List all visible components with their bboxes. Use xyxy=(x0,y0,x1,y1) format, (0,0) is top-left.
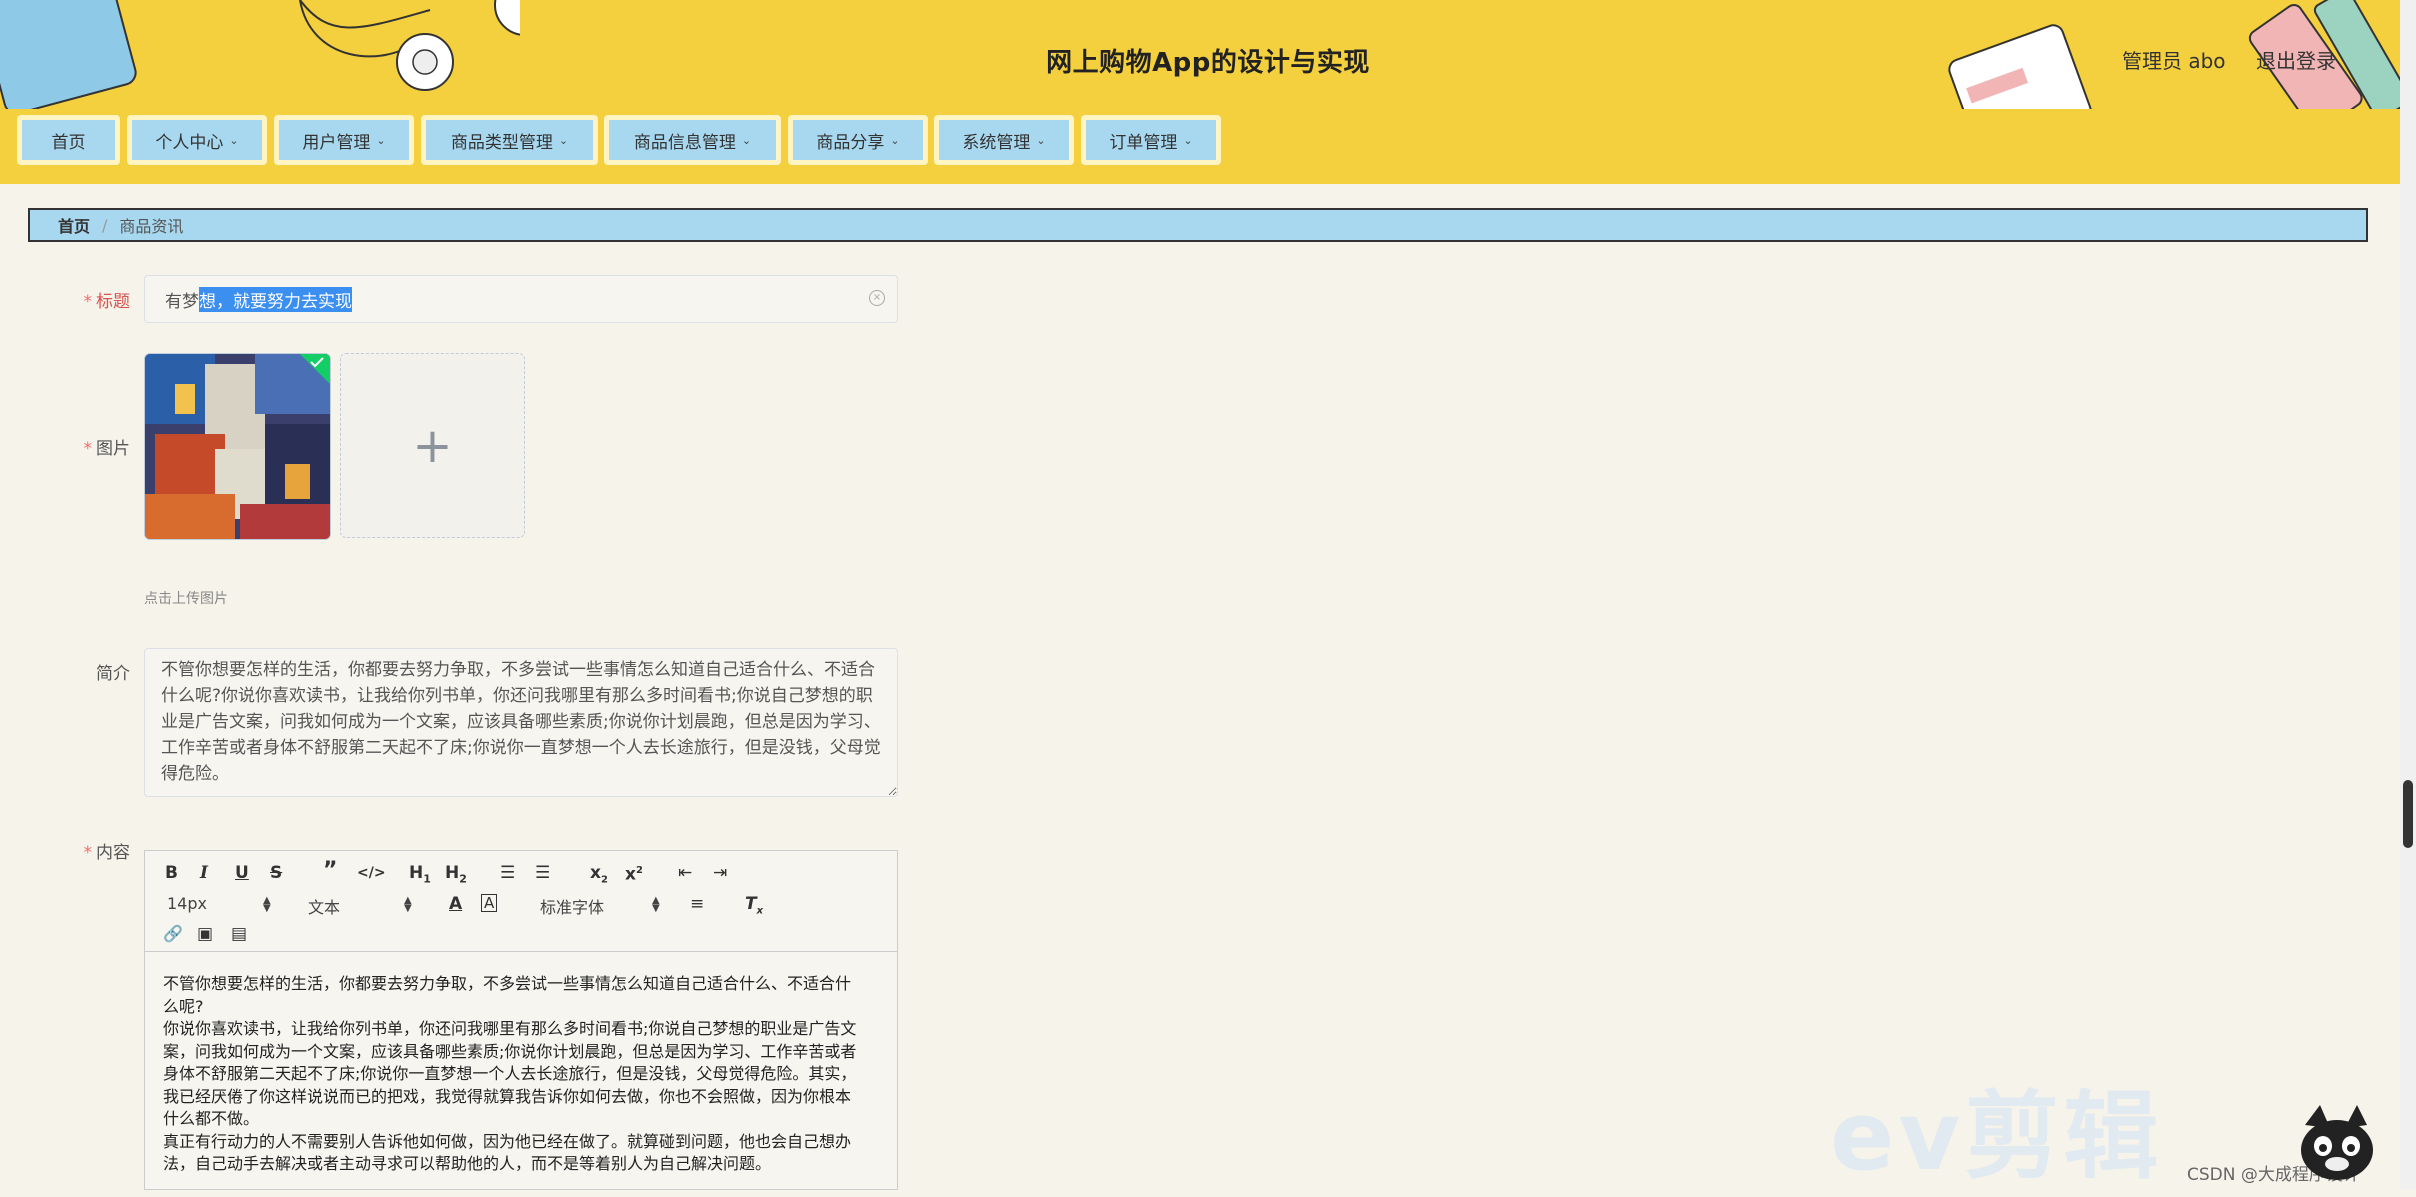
subscript-icon[interactable]: x2 xyxy=(590,863,608,890)
nav-order-management[interactable]: 订单管理 ⌄ xyxy=(1081,115,1221,165)
editor-line: 你说你喜欢读书，让我给你列书单，你还问我哪里有那么多时间看书;你说自己梦想的职业… xyxy=(163,1019,857,1038)
select-arrow-icon: ▲ ▼ xyxy=(652,895,660,914)
link-icon[interactable]: 🔗 xyxy=(163,924,183,944)
editor-line: 身体不舒服第二天起不了床;你说你一直梦想一个人去长途旅行，但是没钱，父母觉得危险… xyxy=(163,1064,857,1083)
block-type-value: 文本 xyxy=(308,898,341,917)
nav-personal-center[interactable]: 个人中心 ⌄ xyxy=(127,115,267,165)
editor-line: 案，问我如何成为一个文案，应该具备哪些素质;你说你计划晨跑，但总是因为学习、工作… xyxy=(163,1041,857,1061)
main-nav: 首页 个人中心 ⌄ 用户管理 ⌄ 商品类型管理 ⌄ 商品信息管理 ⌄ 商品分享 ⌄ 系统管… xyxy=(0,109,2416,184)
chevron-down-icon: ⌄ xyxy=(376,133,386,147)
nav-user-management[interactable]: 用户管理 ⌄ xyxy=(274,115,414,165)
nav-label: 订单管理 xyxy=(1109,132,1178,153)
nav-label: 商品类型管理 xyxy=(450,132,553,153)
admin-username: 管理员 abo xyxy=(2122,49,2226,73)
code-block-icon[interactable]: </> xyxy=(357,863,386,883)
nav-product-info-management[interactable]: 商品信息管理 ⌄ xyxy=(604,115,781,165)
blockquote-icon[interactable]: ” xyxy=(323,860,337,882)
nav-home-label: 首页 xyxy=(51,132,86,153)
h1-icon[interactable]: H1 xyxy=(409,863,431,889)
image-icon[interactable]: ▣ xyxy=(197,924,213,944)
indent-icon[interactable]: ⇥ xyxy=(713,863,727,883)
bullet-list-icon[interactable]: ☰ xyxy=(535,863,550,883)
nav-label: 系统管理 xyxy=(962,132,1031,153)
title-value-plain: 有梦 xyxy=(165,291,199,312)
uploaded-photo xyxy=(145,354,330,539)
video-icon[interactable]: ▤ xyxy=(231,924,247,944)
superscript-icon[interactable]: x2 xyxy=(625,861,643,885)
rich-text-editor: B I U S ” </> H1 H2 ☰ ☰ x2 x2 ⇤ ⇥ 14px ▲… xyxy=(144,850,898,1190)
required-star: * xyxy=(83,292,93,312)
required-star: * xyxy=(83,439,93,459)
breadcrumb: 首页 / 商品资讯 xyxy=(28,208,2368,242)
image-label: * 图片 xyxy=(40,434,131,459)
title-label-text: 标题 xyxy=(96,292,130,312)
chevron-down-icon: ⌄ xyxy=(890,133,900,147)
clear-icon[interactable]: × xyxy=(869,290,885,306)
editor-line: 不管你想要怎样的生活，你都要去努力争取，不多尝试一些事情怎么知道自己适合什么、不… xyxy=(163,974,852,993)
breadcrumb-home[interactable]: 首页 xyxy=(58,213,90,237)
scrollbar-thumb[interactable] xyxy=(2403,780,2413,848)
select-arrow-icon: ▲ ▼ xyxy=(263,895,271,914)
outdent-icon[interactable]: ⇤ xyxy=(678,863,692,883)
italic-icon[interactable]: I xyxy=(200,863,208,883)
select-arrow-icon: ▲ ▼ xyxy=(404,895,412,914)
editor-content[interactable]: 不管你想要怎样的生活，你都要去努力争取，不多尝试一些事情怎么知道自己适合什么、不… xyxy=(163,973,878,1176)
uploaded-image-thumbnail[interactable] xyxy=(144,353,331,540)
editor-line: 真正有行动力的人不需要别人告诉他如何做，因为他已经在做了。就算碰到问题，他也会自… xyxy=(163,1131,852,1151)
editor-line: 么呢? xyxy=(163,996,204,1016)
content-label-text: 内容 xyxy=(96,843,130,863)
nav-label: 商品分享 xyxy=(816,132,885,153)
intro-textarea[interactable]: 不管你想要怎样的生活，你都要去努力争取，不多尝试一些事情怎么知道自己适合什么、不… xyxy=(144,648,898,797)
chevron-down-icon: ⌄ xyxy=(1036,133,1046,147)
chevron-down-icon: ⌄ xyxy=(1183,133,1193,147)
font-size-value: 14px xyxy=(167,894,207,913)
clean-format-icon[interactable]: Tx xyxy=(745,894,763,921)
cat-mascot-icon xyxy=(2301,1105,2373,1180)
strike-icon[interactable]: S xyxy=(270,863,282,883)
nav-system-management[interactable]: 系统管理 ⌄ xyxy=(934,115,1074,165)
image-upload-button[interactable]: + xyxy=(340,353,525,538)
font-family-select[interactable]: 标准字体 ▲ ▼ xyxy=(540,894,670,918)
h2-icon[interactable]: H2 xyxy=(445,863,467,889)
header-banner: 网上购物App的设计与实现 管理员 abo 退出登录 xyxy=(0,0,2416,117)
editor-line: 我已经厌倦了你这样说说而已的把戏，我觉得就算我告诉你如何去做，你也不会照做，因为… xyxy=(163,1086,852,1106)
nav-product-type-management[interactable]: 商品类型管理 ⌄ xyxy=(421,115,598,165)
align-icon[interactable]: ≡ xyxy=(690,894,704,914)
plus-icon: + xyxy=(412,417,453,474)
nav-product-share[interactable]: 商品分享 ⌄ xyxy=(788,115,928,165)
logout-link[interactable]: 退出登录 xyxy=(2256,45,2336,74)
nav-home[interactable]: 首页 xyxy=(17,115,120,165)
title-label: * 标题 xyxy=(40,287,131,312)
page-scrollbar[interactable] xyxy=(2400,0,2416,1189)
title-input[interactable]: 有梦 想，就要努力去实现 × xyxy=(144,275,898,323)
editor-line: 什么都不做。 xyxy=(163,1109,260,1128)
nav-label: 个人中心 xyxy=(155,132,224,153)
video-watermark: ev剪辑 xyxy=(1830,1082,2163,1192)
image-label-text: 图片 xyxy=(96,439,130,459)
content-label: * 内容 xyxy=(40,838,131,863)
font-size-select[interactable]: 14px ▲ ▼ xyxy=(167,894,277,914)
font-family-value: 标准字体 xyxy=(540,898,605,917)
chevron-down-icon: ⌄ xyxy=(229,133,239,147)
intro-label: 简介 xyxy=(40,659,130,684)
bold-icon[interactable]: B xyxy=(165,863,178,883)
chevron-down-icon: ⌄ xyxy=(558,133,569,147)
breadcrumb-current: 商品资讯 xyxy=(119,217,184,236)
title-value-selected: 想，就要努力去实现 xyxy=(199,286,352,312)
font-color-icon[interactable]: A xyxy=(449,894,462,914)
upload-tip: 点击上传图片 xyxy=(144,591,228,607)
ordered-list-icon[interactable]: ☰ xyxy=(500,863,515,883)
nav-label: 商品信息管理 xyxy=(633,132,736,153)
required-star: * xyxy=(83,843,93,863)
block-type-select[interactable]: 文本 ▲ ▼ xyxy=(308,894,418,918)
app-title: 网上购物App的设计与实现 xyxy=(1046,48,1370,78)
underline-icon[interactable]: U xyxy=(235,863,249,883)
nav-label: 用户管理 xyxy=(302,132,371,153)
intro-label-text: 简介 xyxy=(96,664,130,684)
editor-line: 法，自己动手去解决或者主动寻求可以帮助他的人，而不是等着别人为自己解决问题。 xyxy=(163,1154,772,1173)
background-color-icon[interactable]: A xyxy=(481,894,498,912)
editor-toolbar: B I U S ” </> H1 H2 ☰ ☰ x2 x2 ⇤ ⇥ 14px ▲… xyxy=(145,851,897,952)
chevron-down-icon: ⌄ xyxy=(741,133,752,147)
breadcrumb-separator: / xyxy=(102,215,108,235)
